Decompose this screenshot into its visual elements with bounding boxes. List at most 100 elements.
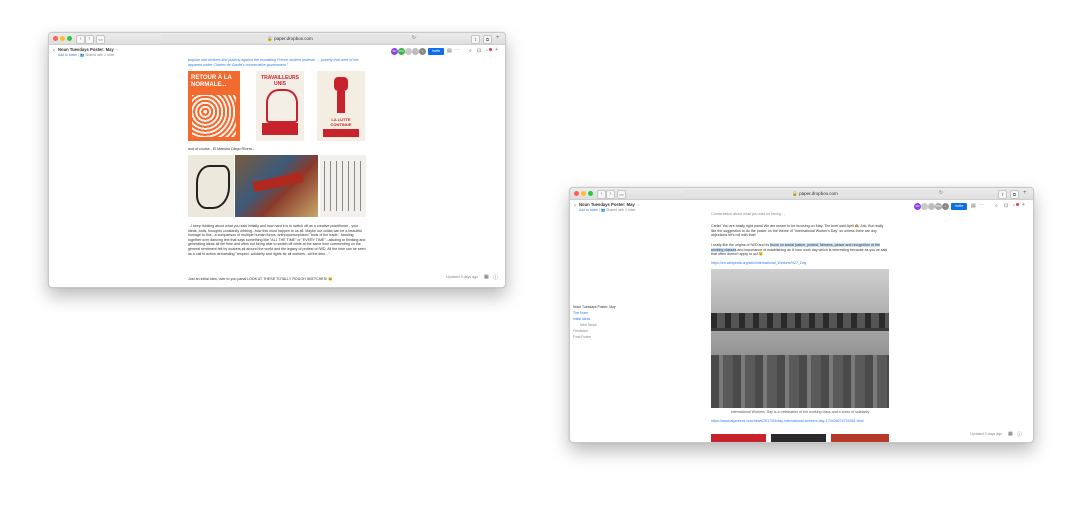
reload-icon[interactable]: ↻ (939, 190, 943, 197)
rivera-caption: and of course - El Maestro Diego Rivera.… (188, 147, 255, 151)
wikipedia-link[interactable]: https://en.wikipedia.org/wiki/Internatio… (711, 261, 911, 266)
idea-paragraph: ...I keep thinking about what you said i… (188, 224, 366, 256)
create-icon[interactable]: + (495, 47, 498, 53)
address-bar[interactable]: 🔒 paper.dropbox.com ↻ (684, 190, 946, 197)
reply-paragraph: Carlin! You are totally right panal We a… (711, 224, 884, 238)
people-icon: 👥 (80, 53, 85, 57)
tabs-icon: ⧉ (1012, 192, 1017, 197)
lunch-atop-skyscraper-photo (711, 269, 889, 408)
create-icon[interactable]: + (1022, 202, 1025, 208)
close-window-button[interactable] (53, 36, 58, 41)
avatar[interactable]: SR (391, 48, 398, 55)
notifications-icon[interactable]: ◔ (485, 48, 488, 54)
outline-item-ideas[interactable]: Initial Ideas (573, 317, 590, 321)
paper-header: ‹ Noun Tuesdays Poster: May ☆ Add to fol… (49, 45, 505, 59)
outline-item-team[interactable]: The Team (573, 311, 588, 315)
search-icon[interactable]: ⌕ (995, 203, 998, 209)
templates-icon[interactable]: ⊡ (1004, 203, 1008, 209)
forward-button[interactable]: › (85, 35, 94, 44)
browser-window-right: ‹ › ▭ 🔒 paper.dropbox.com ↻ ⇪ ⧉ + ‹ Noun… (569, 187, 1034, 443)
last-line: Just an initial idea, over to you panal … (188, 277, 333, 281)
poster-lutte: LA LUTTE CONTINUE (317, 71, 365, 141)
share-button[interactable]: ⇪ (998, 190, 1007, 199)
rivera-drawing (320, 155, 366, 217)
poster-retour: RETOUR À LA NORMALE... (188, 71, 240, 141)
outline-title[interactable]: Noun Tuesdays Poster: May (573, 305, 616, 309)
avatar[interactable] (405, 48, 412, 55)
outline-item-next[interactable]: Next Steps (580, 323, 597, 327)
star-icon[interactable]: ☆ (115, 47, 119, 52)
tabs-button[interactable]: ⧉ (1010, 190, 1019, 199)
iwd-paragraph: I really like the origins of IWD and its… (711, 243, 888, 257)
zoom-window-button[interactable] (67, 36, 72, 41)
forward-button[interactable]: › (606, 190, 615, 199)
more-icon[interactable]: ⋯ (455, 47, 460, 53)
star-icon[interactable]: ☆ (636, 202, 640, 207)
help-icon[interactable]: ⓘ (493, 274, 498, 281)
updated-text: Updated 5 days ago (970, 432, 1003, 436)
keyboard-icon[interactable]: ▦ (484, 274, 489, 280)
add-to-folder-link[interactable]: Add to folder (58, 53, 77, 57)
zoom-window-button[interactable] (588, 191, 593, 196)
avatar[interactable] (412, 48, 419, 55)
more-icon[interactable]: ⋯ (979, 202, 984, 208)
new-tab-button[interactable]: + (1023, 190, 1027, 196)
back-button[interactable]: ‹ (597, 190, 606, 199)
add-to-folder-link[interactable]: Add to folder (579, 208, 598, 212)
search-icon[interactable]: ⌕ (469, 48, 472, 54)
cut-off-line: Conversation about what you said on timi… (711, 212, 785, 216)
outline-item-feedback[interactable]: Feedback (573, 329, 588, 333)
invite-button[interactable]: Invite (428, 48, 444, 55)
help-icon[interactable]: ⓘ (1017, 431, 1022, 438)
aljazeera-link[interactable]: https://www.aljazeera.com/news/2017/05/d… (711, 419, 889, 424)
sidebar-icon: ▭ (619, 192, 624, 197)
outline-item-final[interactable]: Final Poster (573, 335, 591, 339)
avatar[interactable] (921, 203, 928, 210)
shared-with-text[interactable]: Shared with 1 other (85, 53, 114, 57)
doc-title[interactable]: Noun Tuesdays Poster: May ☆ (579, 202, 640, 207)
share-button[interactable]: ⇪ (471, 35, 480, 44)
chevron-right-icon: › (609, 191, 612, 197)
sidebar-icon: ▭ (98, 37, 103, 42)
doc-title[interactable]: Noun Tuesdays Poster: May ☆ (58, 47, 119, 52)
reload-icon[interactable]: ↻ (412, 35, 416, 42)
shared-with-text[interactable]: Shared with 1 other (606, 208, 635, 212)
notification-badge (489, 48, 492, 51)
back-button[interactable]: ‹ (76, 35, 85, 44)
poster-travailleurs: TRAVAILLEURS UNIS (256, 71, 304, 141)
tabs-button[interactable]: ⧉ (483, 35, 492, 44)
avatar[interactable]: PM (398, 48, 405, 55)
back-arrow-icon[interactable]: ‹ (53, 48, 55, 54)
keyboard-icon[interactable]: ▦ (1008, 431, 1013, 437)
chevron-left-icon: ‹ (600, 191, 603, 197)
rivera-mural (235, 155, 318, 217)
title-bar: ‹ › ▭ 🔒 paper.dropbox.com ↻ ⇪ ⧉ + (49, 33, 505, 45)
back-arrow-icon[interactable]: ‹ (574, 203, 576, 209)
poster-text: RETOUR À LA NORMALE... (191, 75, 232, 88)
new-tab-button[interactable]: + (496, 35, 500, 41)
photo-caption: International Workers' Day is a celebrat… (730, 410, 870, 414)
poster-text: LA LUTTE CONTINUE (330, 117, 352, 127)
lock-icon: 🔒 (792, 191, 798, 196)
comments-icon[interactable]: ▤ (447, 48, 452, 54)
templates-icon[interactable]: ⊡ (477, 48, 481, 54)
minimize-window-button[interactable] (60, 36, 65, 41)
notifications-icon[interactable]: ◔ (1012, 203, 1015, 209)
address-bar[interactable]: 🔒 paper.dropbox.com ↻ (161, 35, 419, 42)
minimize-window-button[interactable] (581, 191, 586, 196)
avatar-more[interactable]: + (419, 48, 426, 55)
share-icon: ⇪ (1000, 192, 1005, 197)
share-icon: ⇪ (473, 37, 478, 42)
poster-strip (711, 434, 889, 442)
avatar[interactable]: PM (935, 203, 942, 210)
avatar[interactable]: SR (914, 203, 921, 210)
avatar-more[interactable]: + (942, 203, 949, 210)
sidebar-toggle-button[interactable]: ▭ (617, 190, 626, 199)
sidebar-toggle-button[interactable]: ▭ (96, 35, 105, 44)
comments-icon[interactable]: ▤ (971, 203, 976, 209)
updated-text: Updated 5 days ago (446, 275, 479, 279)
url-text: paper.dropbox.com (274, 36, 313, 41)
invite-button[interactable]: Invite (951, 203, 967, 210)
avatar[interactable] (928, 203, 935, 210)
close-window-button[interactable] (574, 191, 579, 196)
